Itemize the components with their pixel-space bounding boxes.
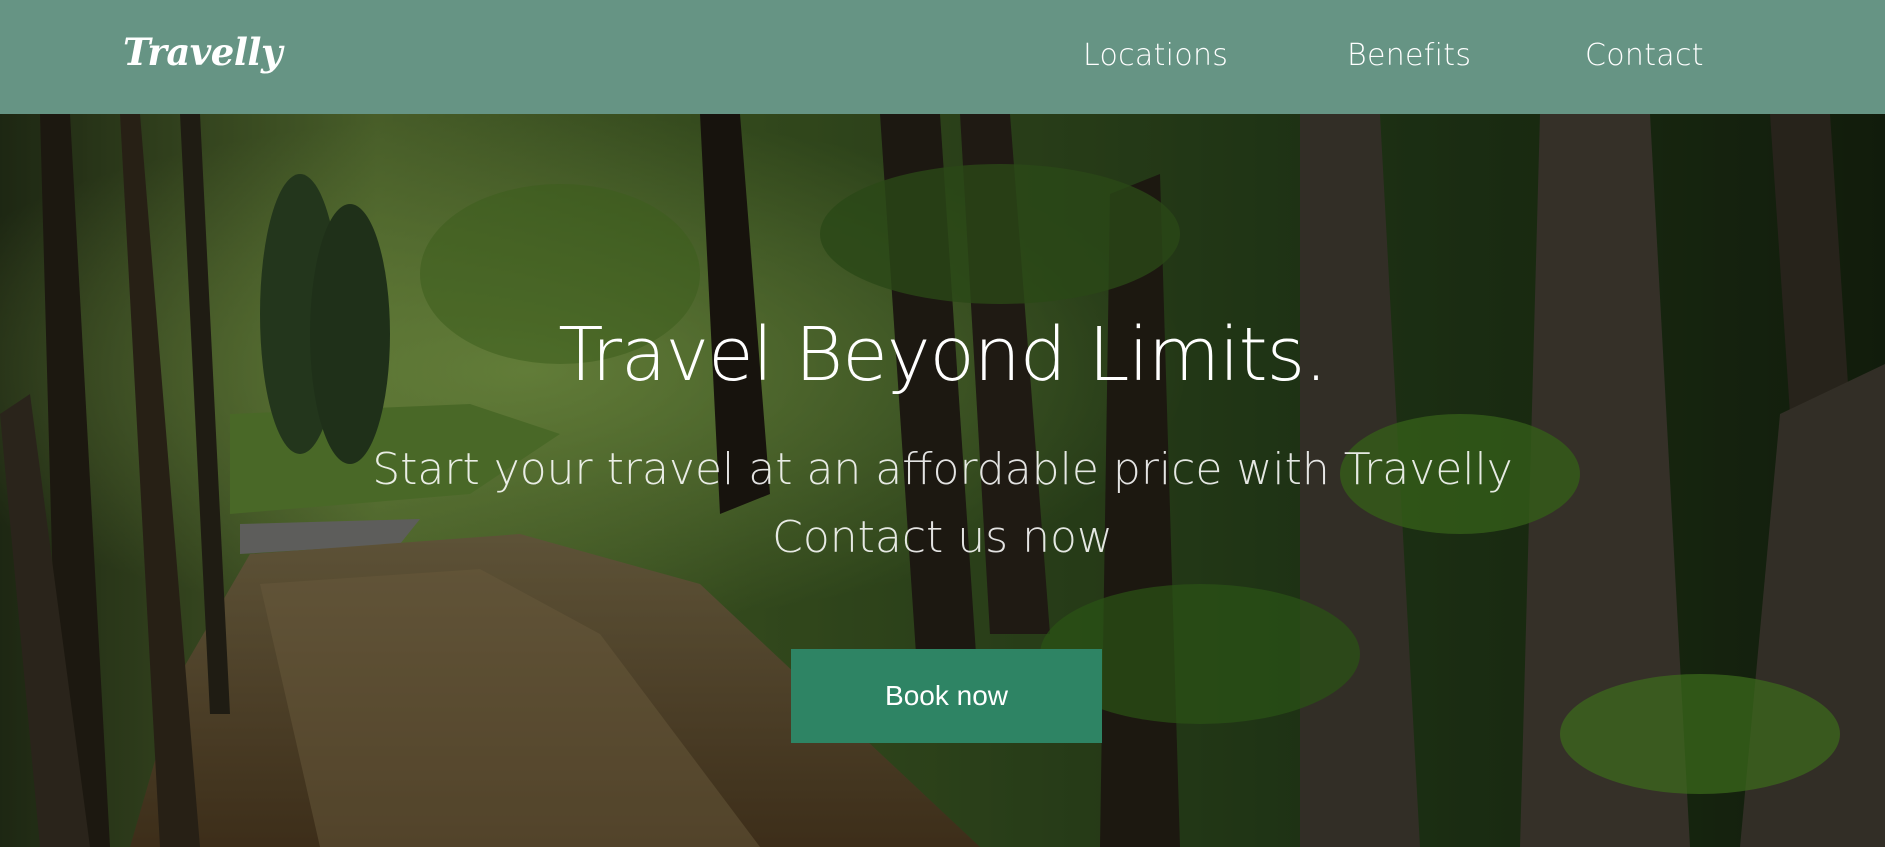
hero-section: Travel Beyond Limits. Start your travel …	[0, 114, 1885, 847]
hero-subtitle-line-1: Start your travel at an affordable price…	[372, 444, 1513, 495]
book-now-button[interactable]: Book now	[791, 649, 1102, 743]
nav-link-locations[interactable]: Locations	[1083, 38, 1228, 73]
nav-link-contact[interactable]: Contact	[1585, 38, 1704, 73]
logo[interactable]: Travelly	[123, 30, 282, 74]
hero-subtitle-line-2: Contact us now	[772, 512, 1113, 563]
landing-page: Travelly Locations Benefits Contact Trav…	[0, 0, 1885, 847]
nav-link-benefits[interactable]: Benefits	[1347, 38, 1471, 73]
navbar: Travelly Locations Benefits Contact	[0, 0, 1885, 114]
hero-title: Travel Beyond Limits.	[558, 311, 1327, 398]
